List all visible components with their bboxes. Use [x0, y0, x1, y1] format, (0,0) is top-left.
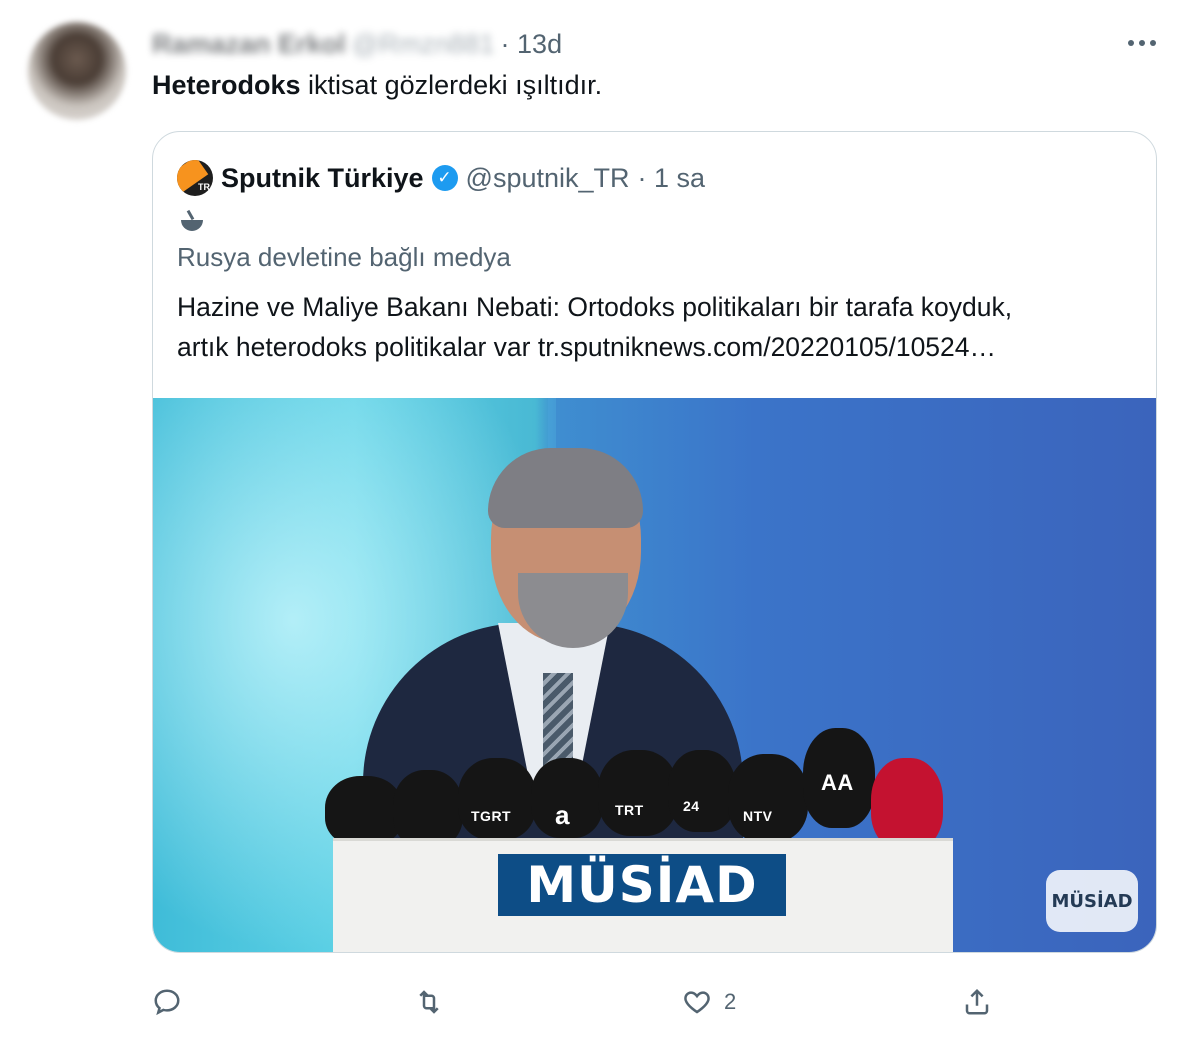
mic-label-tgrt: TGRT: [471, 808, 512, 824]
share-icon: [965, 988, 989, 1015]
quoted-header: Sputnik Türkiye ✓ @sputnik_TR · 1 sa: [177, 160, 705, 196]
microphone: [393, 770, 463, 848]
mic-label-a: a: [555, 800, 570, 830]
quoted-link[interactable]: tr.sputniknews.com/20220105/10524…: [538, 332, 996, 362]
quoted-author-name[interactable]: Sputnik Türkiye: [221, 163, 424, 194]
microphone: [668, 750, 736, 832]
podium-logo-text: MÜSİAD: [498, 854, 786, 916]
state-affiliated-label[interactable]: Rusya devletine bağlı medya: [177, 242, 511, 273]
mic-label-trt: TRT: [615, 802, 644, 818]
retweet-button[interactable]: [414, 982, 444, 1022]
reply-button[interactable]: [152, 982, 182, 1022]
verified-badge-icon: ✓: [431, 165, 458, 191]
tweet-text-rest: iktisat gözlerdeki ışıltıdır.: [300, 70, 603, 100]
like-button[interactable]: 2: [682, 982, 736, 1022]
mic-label-ntv: NTV: [743, 808, 773, 824]
tweet-header: Ramazan Erkol @Rmzn881 · 13d: [152, 28, 562, 60]
like-count: 2: [724, 989, 737, 1014]
heart-icon: [684, 991, 710, 1014]
action-bar: 2: [152, 982, 1012, 1022]
quoted-avatar[interactable]: [177, 160, 213, 196]
mic-label-aa: AA: [821, 770, 854, 795]
tweet-text: Heterodoks iktisat gözlerdeki ışıltıdır.: [152, 70, 602, 101]
quoted-text: Hazine ve Maliye Bakanı Nebati: Ortodoks…: [177, 287, 1137, 367]
quoted-media-image[interactable]: TGRT a TRT 24 NTV AA MÜSİAD MÜSİAD: [153, 398, 1156, 952]
author-name[interactable]: Ramazan Erkol: [152, 29, 346, 60]
retweet-icon: [419, 990, 439, 1014]
microphone: [871, 758, 943, 850]
quoted-text-line1: Hazine ve Maliye Bakanı Nebati: Ortodoks…: [177, 292, 1013, 322]
reply-icon: [154, 989, 180, 1016]
microphone: [325, 776, 403, 846]
tweet-text-bold: Heterodoks: [152, 70, 301, 100]
author-handle[interactable]: @Rmzn881: [352, 29, 495, 60]
microphone: [598, 750, 678, 836]
author-avatar[interactable]: [28, 22, 126, 120]
mic-label-24: 24: [683, 798, 700, 814]
quoted-tweet[interactable]: Sputnik Türkiye ✓ @sputnik_TR · 1 sa Rus…: [152, 131, 1157, 953]
state-affiliated-icon: [179, 208, 207, 234]
tweet[interactable]: Ramazan Erkol @Rmzn881 · 13d Heterodoks …: [0, 0, 1200, 1050]
microphone: [728, 754, 808, 842]
quoted-author-handle[interactable]: @sputnik_TR: [466, 163, 630, 194]
watermark-logo-text: MÜSİAD: [1046, 870, 1138, 932]
tweet-time[interactable]: · 13d: [501, 29, 563, 60]
more-options-icon[interactable]: [1122, 30, 1162, 56]
share-button[interactable]: [962, 982, 992, 1022]
quoted-text-line2: artık heterodoks politikalar var: [177, 332, 538, 362]
quoted-time[interactable]: · 1 sa: [638, 163, 706, 194]
microphone: [458, 758, 536, 840]
